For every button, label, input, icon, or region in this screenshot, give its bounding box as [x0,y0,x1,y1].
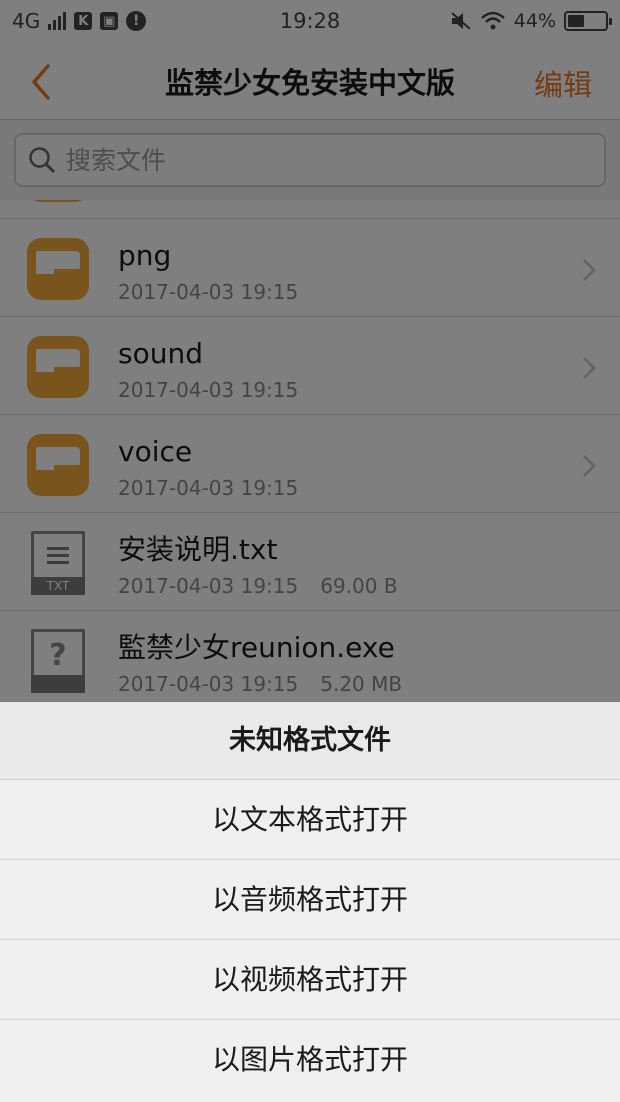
open-as-video-option[interactable]: 以视频格式打开 [0,940,620,1020]
action-sheet: 未知格式文件 以文本格式打开 以音频格式打开 以视频格式打开 以图片格式打开 [0,702,620,1102]
dim-overlay[interactable] [0,0,620,702]
open-as-audio-option[interactable]: 以音频格式打开 [0,860,620,940]
action-sheet-title: 未知格式文件 [0,702,620,780]
open-as-text-option[interactable]: 以文本格式打开 [0,780,620,860]
open-as-image-option[interactable]: 以图片格式打开 [0,1020,620,1100]
